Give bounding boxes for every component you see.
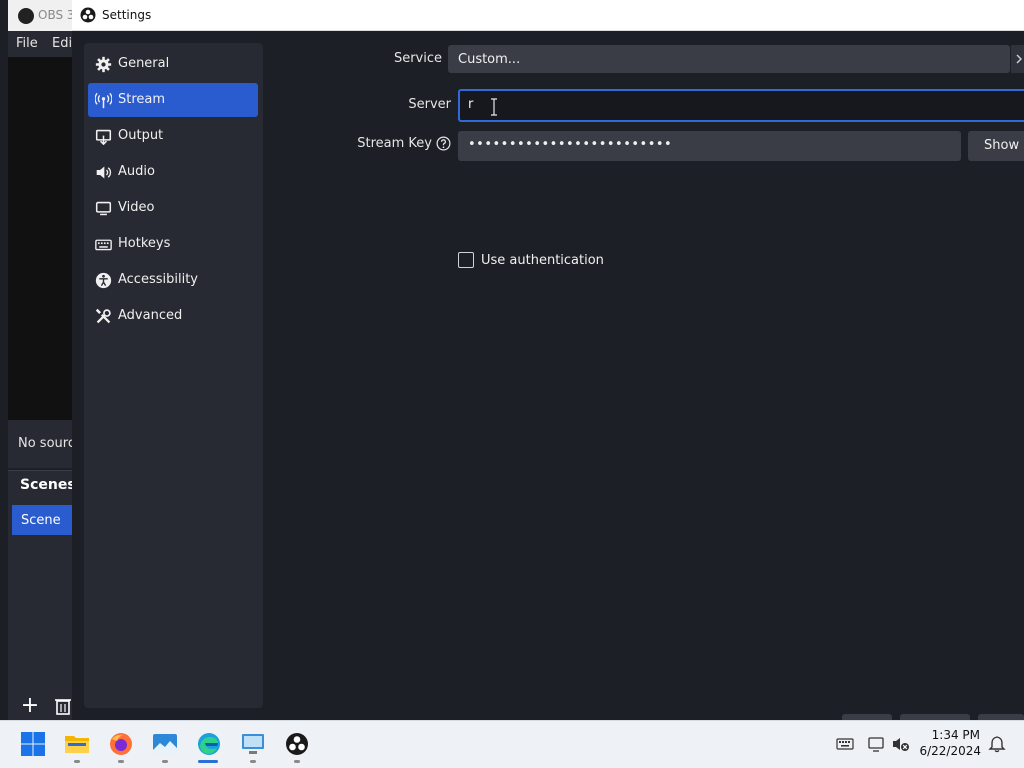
edge-icon[interactable]	[196, 731, 222, 757]
help-icon[interactable]	[436, 136, 451, 151]
app-running-indicator	[294, 760, 300, 763]
accessibility-icon	[95, 272, 112, 289]
photos-icon[interactable]	[152, 731, 178, 757]
gear-icon	[95, 56, 112, 73]
server-input[interactable]	[458, 89, 1024, 122]
display-tray-icon[interactable]	[867, 735, 885, 753]
keyboard-icon	[95, 239, 112, 251]
service-dropdown[interactable]	[448, 45, 1010, 73]
sidebar-item-output[interactable]: Output	[88, 119, 258, 153]
settings-window-title: Settings	[102, 8, 152, 22]
obs-window-title: OBS 3	[38, 8, 75, 22]
volume-muted-icon[interactable]	[892, 735, 910, 753]
obs-preview-area	[8, 57, 72, 420]
use-authentication-label[interactable]: Use authentication	[481, 253, 604, 268]
sidebar-item-label: Stream	[118, 92, 166, 107]
sidebar-item-video[interactable]: Video	[88, 191, 258, 225]
trash-icon	[55, 699, 71, 715]
antenna-icon	[95, 92, 112, 109]
menu-edit[interactable]: Edi	[52, 36, 72, 51]
start-icon[interactable]	[20, 731, 46, 757]
use-authentication-checkbox[interactable]	[458, 252, 474, 268]
settings-window: Settings General Stream Output Audio Vid…	[72, 0, 1024, 722]
remote-desktop-icon[interactable]	[240, 731, 266, 757]
obs-logo-icon	[18, 8, 34, 24]
text-cursor-icon	[491, 98, 497, 116]
output-icon	[95, 129, 112, 145]
sidebar-item-label: General	[118, 56, 170, 71]
obs-logo-icon	[80, 7, 96, 23]
app-running-indicator	[162, 760, 168, 763]
service-value: Custom...	[458, 52, 521, 67]
sidebar-item-label: Video	[118, 200, 155, 215]
streamkey-label: Stream Key	[357, 136, 432, 151]
app-running-indicator	[118, 760, 124, 763]
streamkey-input-value: •••••••••••••••••••••••••	[468, 137, 673, 152]
file-explorer-icon[interactable]	[64, 731, 90, 757]
monitor-icon	[95, 201, 112, 216]
tools-icon	[95, 308, 111, 324]
firefox-icon[interactable]	[108, 731, 134, 757]
chevron-down-icon	[1016, 54, 1022, 64]
sidebar-item-label: Advanced	[118, 308, 183, 323]
app-running-indicator	[74, 760, 80, 763]
app-running-indicator	[250, 760, 256, 763]
service-dropdown-arrow[interactable]	[1010, 45, 1024, 73]
sidebar-item-hotkeys[interactable]: Hotkeys	[88, 227, 258, 261]
add-scene-button[interactable]: +	[18, 695, 42, 718]
service-label: Service	[393, 51, 442, 66]
scenes-label: Scenes	[20, 477, 76, 493]
app-active-indicator	[198, 760, 218, 763]
sidebar-item-stream[interactable]: Stream	[88, 83, 258, 117]
speaker-icon	[96, 166, 112, 179]
no-sources-text: No sourc	[18, 436, 75, 451]
sidebar-item-accessibility[interactable]: Accessibility	[88, 263, 258, 297]
sidebar-item-label: Hotkeys	[118, 236, 171, 251]
menu-file[interactable]: File	[16, 36, 38, 51]
sidebar-item-general[interactable]: General	[88, 47, 258, 81]
clock-date[interactable]: 6/22/2024	[910, 744, 981, 758]
clock-time[interactable]: 1:34 PM	[920, 728, 980, 742]
remove-scene-button[interactable]	[54, 696, 74, 718]
sidebar-item-label: Output	[118, 128, 164, 143]
sidebar-item-label: Audio	[118, 164, 155, 179]
server-input-value: r	[468, 97, 474, 112]
keyboard-tray-icon[interactable]	[836, 735, 854, 753]
sidebar-item-label: Accessibility	[118, 272, 198, 287]
notification-bell-icon[interactable]	[988, 735, 1006, 753]
settings-titlebar: Settings	[72, 0, 1024, 31]
sidebar-item-advanced[interactable]: Advanced	[88, 299, 258, 333]
sidebar-item-audio[interactable]: Audio	[88, 155, 258, 189]
settings-sidebar: General Stream Output Audio Video Hotkey…	[84, 43, 263, 708]
obs-icon[interactable]	[284, 731, 310, 757]
scene-item-label: Scene	[21, 513, 61, 528]
server-label: Server	[408, 97, 451, 112]
show-button-label: Show	[984, 138, 1020, 153]
